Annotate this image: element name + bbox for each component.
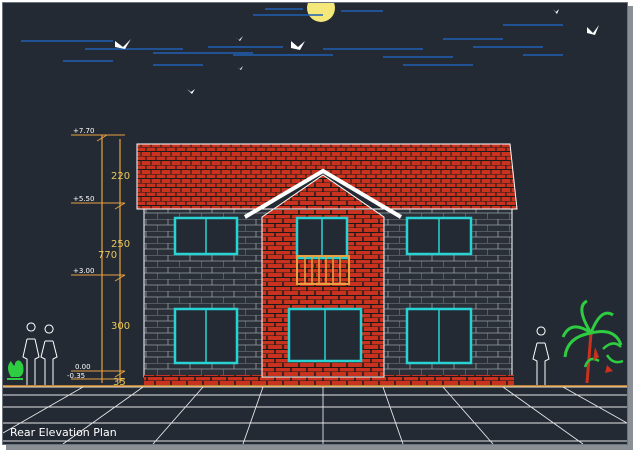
bird-icon <box>187 89 195 94</box>
screenshot-frame: 220 250 770 300 35 +7.70 +5.50 +3.00 0.0… <box>0 0 640 453</box>
drawing-caption: Rear Elevation Plan <box>10 426 117 439</box>
person-silhouette-icon <box>532 326 550 385</box>
dim-plinth: 35 <box>113 377 126 388</box>
person-silhouette-icon <box>22 322 40 385</box>
level-ground: 0.00 <box>75 363 91 371</box>
dim-ground-floor: 300 <box>111 321 130 332</box>
level-first: +3.00 <box>73 267 94 275</box>
elevation-drawing: 220 250 770 300 35 +7.70 +5.50 +3.00 0.0… <box>3 3 627 444</box>
sky-streaks <box>21 8 563 66</box>
bird-icon <box>291 41 305 50</box>
palm-tree-icon <box>561 299 624 384</box>
moon-icon <box>307 3 335 22</box>
dimension-chain: 220 250 770 300 35 +7.70 +5.50 +3.00 0.0… <box>67 127 130 388</box>
bird-icon <box>587 25 599 35</box>
bird-icon <box>235 36 243 41</box>
dim-total: 770 <box>98 250 117 261</box>
bird-icon <box>553 9 559 14</box>
frame-shadow-bottom <box>6 445 633 450</box>
level-top: +7.70 <box>73 127 94 135</box>
bird-icon <box>115 39 131 49</box>
shrub-icon <box>7 360 24 380</box>
level-plinth: -0.35 <box>67 372 85 380</box>
dim-roof: 220 <box>111 171 130 182</box>
frame-shadow-right <box>628 6 633 447</box>
dim-upper-floor: 250 <box>111 239 130 250</box>
bird-icon <box>237 66 243 70</box>
person-silhouette-icon <box>40 324 58 385</box>
cad-viewport: 220 250 770 300 35 +7.70 +5.50 +3.00 0.0… <box>2 2 628 445</box>
level-second: +5.50 <box>73 195 94 203</box>
